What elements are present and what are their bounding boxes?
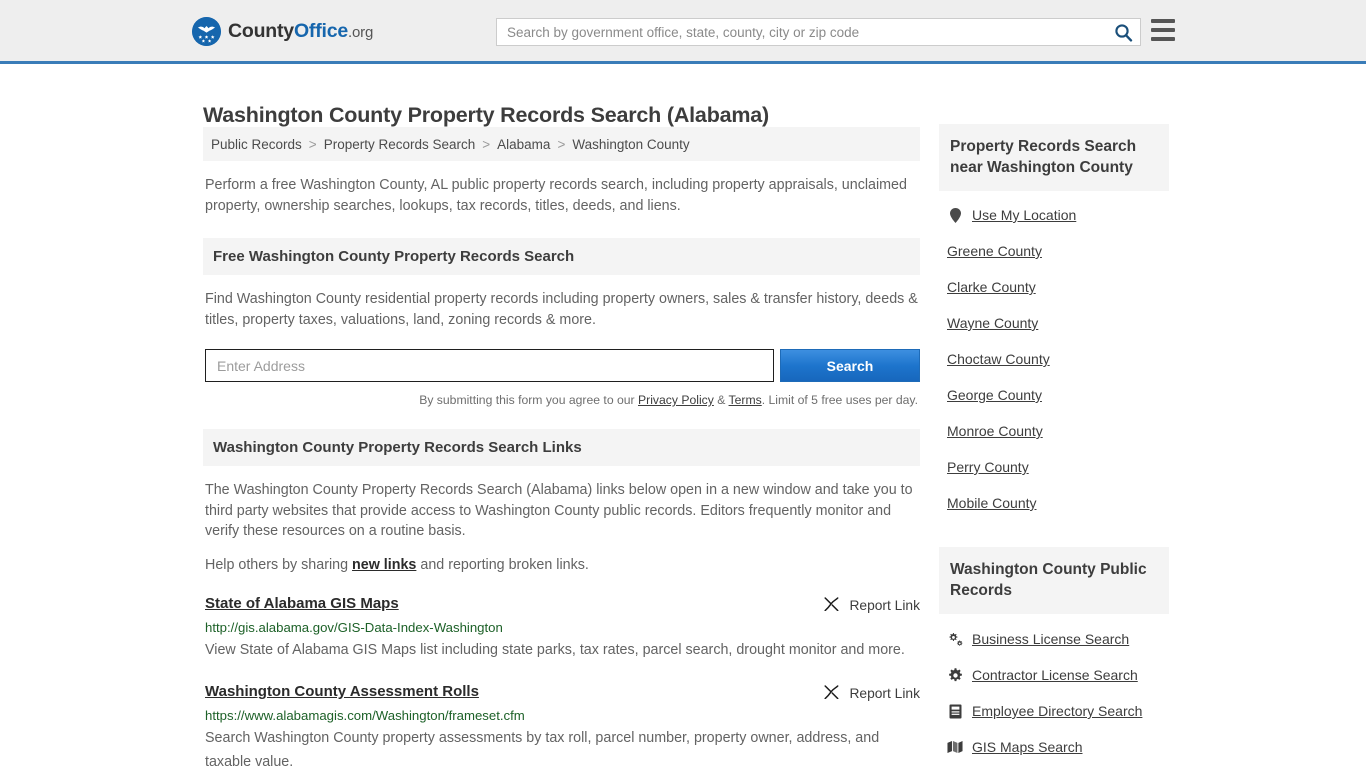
sidebar-link[interactable]: Greene County — [947, 243, 1042, 259]
global-search[interactable] — [496, 18, 1141, 46]
help-share-text: Help others by sharing new links and rep… — [205, 555, 920, 576]
hamburger-bar — [1151, 19, 1175, 23]
sidebar-link[interactable]: Use My Location — [972, 207, 1076, 223]
main-content: Public Records > Property Records Search… — [203, 127, 920, 768]
broken-link-icon — [823, 596, 840, 614]
map-pin-icon — [947, 207, 963, 223]
report-link-label: Report Link — [849, 597, 920, 613]
breadcrumb-item-alabama[interactable]: Alabama — [497, 137, 550, 152]
site-header: CountyOffice.org — [0, 0, 1366, 64]
hamburger-menu-icon[interactable] — [1151, 19, 1175, 41]
address-input[interactable] — [205, 349, 774, 382]
sidebar-link[interactable]: Mobile County — [947, 495, 1037, 511]
broken-link-icon — [823, 684, 840, 702]
header-inner: CountyOffice.org — [0, 0, 1366, 61]
search-button[interactable]: Search — [779, 349, 920, 382]
sidebar-item-monroe-county[interactable]: Monroe County — [947, 413, 1169, 449]
form-legal-notice: By submitting this form you agree to our… — [203, 393, 920, 407]
brand-office: Office — [293, 19, 349, 42]
links-section-heading: Washington County Property Records Searc… — [203, 429, 920, 466]
terms-link[interactable]: Terms — [729, 393, 762, 407]
sidebar-link[interactable]: GIS Maps Search — [972, 739, 1083, 755]
sidebar-link[interactable]: Choctaw County — [947, 351, 1050, 367]
legal-amp: & — [713, 393, 729, 407]
sidebar-item-business-license-search[interactable]: Business License Search — [947, 621, 1169, 657]
sidebar-link[interactable]: Monroe County — [947, 423, 1043, 439]
id-card-icon — [947, 703, 963, 719]
new-links-link[interactable]: new links — [352, 557, 416, 573]
result-item: Washington County Assessment Rolls Repor… — [203, 683, 920, 768]
sidebar-item-perry-county[interactable]: Perry County — [947, 449, 1169, 485]
report-link-button[interactable]: Report Link — [823, 683, 920, 702]
result-title-link[interactable]: State of Alabama GIS Maps — [205, 595, 399, 612]
sidebar-link[interactable]: Business License Search — [972, 631, 1129, 647]
page-intro-text: Perform a free Washington County, AL pub… — [205, 177, 907, 214]
breadcrumb-separator: > — [482, 136, 491, 152]
free-search-description: Find Washington County residential prope… — [205, 291, 918, 328]
nearby-panel-heading: Property Records Search near Washington … — [939, 124, 1169, 191]
sidebar-item-clarke-county[interactable]: Clarke County — [947, 269, 1169, 305]
breadcrumb-item-public-records[interactable]: Public Records — [211, 137, 302, 152]
brand-county: County — [228, 19, 294, 42]
result-item: State of Alabama GIS Maps Report Link ht… — [203, 595, 920, 662]
brand-tld: .org — [348, 23, 374, 41]
hamburger-bar — [1151, 37, 1175, 41]
legal-prefix: By submitting this form you agree to our — [419, 393, 638, 407]
privacy-policy-link[interactable]: Privacy Policy — [638, 393, 714, 407]
help-suffix: and reporting broken links. — [416, 556, 589, 573]
report-link-button[interactable]: Report Link — [823, 595, 920, 614]
public-records-panel: Washington County Public Records Busines… — [939, 547, 1169, 768]
result-description: View State of Alabama GIS Maps list incl… — [205, 642, 905, 658]
cogs-icon — [947, 631, 963, 647]
sidebar-item-use-my-location[interactable]: Use My Location — [947, 197, 1169, 233]
sidebar-item-employee-directory-search[interactable]: Employee Directory Search — [947, 693, 1169, 729]
public-records-panel-heading: Washington County Public Records — [939, 547, 1169, 614]
sidebar-link[interactable]: Clarke County — [947, 279, 1036, 295]
sidebar: Property Records Search near Washington … — [939, 124, 1169, 768]
sidebar-link[interactable]: Perry County — [947, 459, 1029, 475]
links-section-description: The Washington County Property Records S… — [205, 482, 913, 539]
sidebar-item-greene-county[interactable]: Greene County — [947, 233, 1169, 269]
hamburger-bar — [1151, 28, 1175, 32]
site-logo[interactable]: CountyOffice.org — [192, 16, 373, 46]
sidebar-link[interactable]: Wayne County — [947, 315, 1038, 331]
page-title: Washington County Property Records Searc… — [203, 103, 770, 128]
sidebar-item-wayne-county[interactable]: Wayne County — [947, 305, 1169, 341]
result-url[interactable]: https://www.alabamagis.com/Washington/fr… — [205, 708, 920, 723]
free-search-heading: Free Washington County Property Records … — [203, 238, 920, 275]
breadcrumb-item-washington-county[interactable]: Washington County — [572, 137, 689, 152]
result-description: Search Washington County property assess… — [205, 730, 880, 768]
breadcrumb-item-property-records-search[interactable]: Property Records Search — [324, 137, 476, 152]
sidebar-item-mobile-county[interactable]: Mobile County — [947, 485, 1169, 521]
breadcrumb-separator: > — [308, 136, 317, 152]
sidebar-link[interactable]: Contractor License Search — [972, 667, 1138, 683]
public-records-panel-list: Business License Search Contractor Licen… — [939, 614, 1169, 768]
result-title-link[interactable]: Washington County Assessment Rolls — [205, 683, 479, 700]
sidebar-item-choctaw-county[interactable]: Choctaw County — [947, 341, 1169, 377]
sidebar-link[interactable]: Employee Directory Search — [972, 703, 1142, 719]
cog-icon — [947, 667, 963, 683]
result-url[interactable]: http://gis.alabama.gov/GIS-Data-Index-Wa… — [205, 620, 920, 635]
address-search-form: Search — [205, 349, 920, 382]
nearby-panel-list: Use My Location Greene County Clarke Cou… — [939, 191, 1169, 521]
search-icon[interactable] — [1106, 19, 1140, 45]
sidebar-item-george-county[interactable]: George County — [947, 377, 1169, 413]
legal-suffix: . Limit of 5 free uses per day. — [761, 393, 918, 407]
sidebar-item-gis-maps-search[interactable]: GIS Maps Search — [947, 729, 1169, 765]
report-link-label: Report Link — [849, 685, 920, 701]
search-input[interactable] — [497, 19, 1106, 45]
help-prefix: Help others by sharing — [205, 556, 353, 573]
sidebar-item-contractor-license-search[interactable]: Contractor License Search — [947, 657, 1169, 693]
breadcrumb-separator: > — [557, 136, 566, 152]
result-header: Washington County Assessment Rolls Repor… — [205, 683, 920, 702]
brand-wordmark: CountyOffice.org — [228, 20, 373, 43]
breadcrumb: Public Records > Property Records Search… — [203, 127, 920, 161]
eagle-shield-icon — [192, 16, 221, 46]
map-icon — [947, 739, 963, 755]
result-header: State of Alabama GIS Maps Report Link — [205, 595, 920, 614]
sidebar-link[interactable]: George County — [947, 387, 1042, 403]
nearby-panel: Property Records Search near Washington … — [939, 124, 1169, 521]
